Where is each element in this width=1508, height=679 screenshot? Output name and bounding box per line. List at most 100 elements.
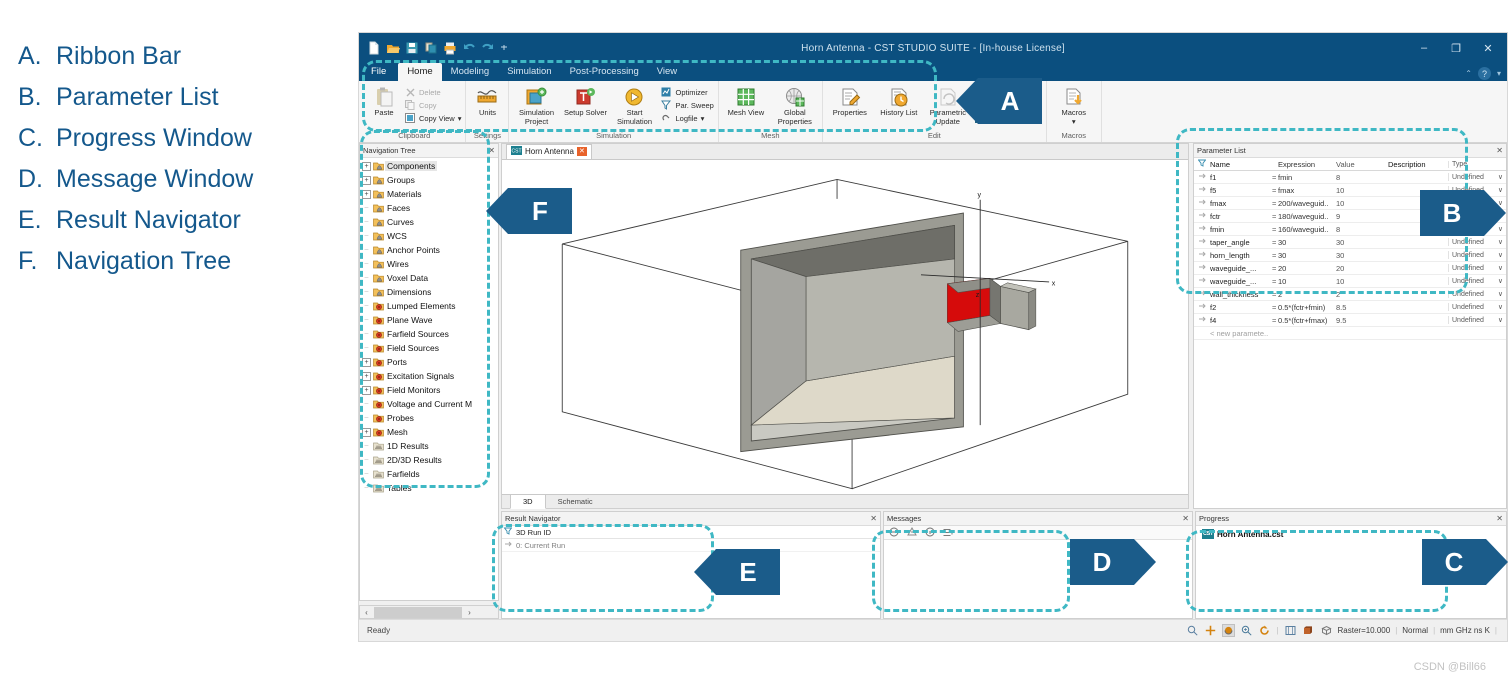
undo-icon[interactable] bbox=[462, 41, 476, 55]
chevron-down-icon[interactable]: ∨ bbox=[1498, 173, 1503, 181]
column-header-type[interactable]: Type bbox=[1452, 161, 1467, 168]
ribbon-right-controls[interactable]: ⌃ ? ▾ bbox=[1465, 67, 1501, 80]
zoom-select-icon[interactable] bbox=[1186, 624, 1199, 637]
rotate-icon[interactable] bbox=[1222, 624, 1236, 637]
tree-item-field-sources[interactable]: – Field Sources bbox=[360, 341, 498, 355]
zoom-icon[interactable] bbox=[1240, 624, 1253, 637]
fit-view-icon[interactable] bbox=[1284, 624, 1297, 637]
close-button[interactable]: ✕ bbox=[1473, 37, 1503, 59]
tree-item-farfield-sources[interactable]: – Farfield Sources bbox=[360, 327, 498, 341]
document-tab-horn-antenna[interactable]: CST Horn Antenna ✕ bbox=[506, 144, 592, 159]
parameter-row[interactable]: waveguide_... = 20 20 Undefined ∨ bbox=[1194, 262, 1506, 275]
parameter-expression[interactable]: 180/waveguid.. bbox=[1278, 212, 1336, 221]
chevron-down-icon[interactable]: ∨ bbox=[1498, 277, 1503, 285]
copy-button[interactable]: Copy bbox=[404, 99, 461, 111]
close-icon[interactable]: ✕ bbox=[1496, 514, 1503, 523]
delete-button[interactable]: Delete bbox=[404, 86, 461, 98]
window-controls[interactable]: – ❐ ✕ bbox=[1409, 33, 1503, 63]
tab-3d[interactable]: 3D bbox=[510, 494, 546, 509]
close-icon[interactable]: ✕ bbox=[488, 146, 495, 155]
tree-item-farfields[interactable]: – Farfields bbox=[360, 467, 498, 481]
navigation-tree-hscrollbar[interactable]: ‹ › bbox=[359, 605, 499, 619]
parameter-name[interactable]: taper_angle bbox=[1210, 238, 1272, 247]
chevron-down-icon[interactable]: ▾ bbox=[1072, 117, 1076, 126]
parameter-expression[interactable]: 0.5*(fctr+fmin) bbox=[1278, 303, 1336, 312]
error-icon[interactable] bbox=[889, 524, 899, 542]
parameter-table[interactable]: Name Expression Value Description Type f… bbox=[1194, 158, 1506, 340]
parameter-name[interactable]: waveguide_... bbox=[1210, 264, 1272, 273]
parameter-value[interactable]: 8.5 bbox=[1336, 303, 1388, 312]
new-document-icon[interactable] bbox=[367, 41, 381, 55]
navigation-tree-panel[interactable]: Navigation Tree ✕ + Components + Groups + Mat… bbox=[359, 143, 499, 601]
parameter-expression[interactable]: 10 bbox=[1278, 277, 1336, 286]
parameter-expression[interactable]: 30 bbox=[1278, 251, 1336, 260]
chevron-down-icon[interactable]: ∨ bbox=[1498, 303, 1503, 311]
parameter-expression[interactable]: 0.5*(fctr+fmax) bbox=[1278, 316, 1336, 325]
quick-access-toolbar[interactable] bbox=[359, 41, 514, 55]
tree-item-mesh[interactable]: + Mesh bbox=[360, 425, 498, 439]
close-icon[interactable]: ✕ bbox=[1182, 514, 1189, 523]
open-folder-icon[interactable] bbox=[386, 41, 400, 55]
tree-item-faces[interactable]: – Faces bbox=[360, 201, 498, 215]
document-tab-bar[interactable]: CST Horn Antenna ✕ bbox=[502, 144, 1188, 160]
warning-icon[interactable] bbox=[907, 524, 917, 542]
tree-item-excitation-signals[interactable]: + Excitation Signals bbox=[360, 369, 498, 383]
expand-icon[interactable]: + bbox=[362, 371, 371, 381]
info-icon[interactable] bbox=[925, 524, 935, 542]
parameter-row[interactable]: horn_length = 30 30 Undefined ∨ bbox=[1194, 249, 1506, 262]
parameter-expression[interactable]: 20 bbox=[1278, 264, 1336, 273]
parameter-expression[interactable]: 2 bbox=[1278, 290, 1336, 299]
tab-view[interactable]: View bbox=[648, 63, 686, 81]
parameter-name[interactable]: horn_length bbox=[1210, 251, 1272, 260]
help-icon[interactable]: ? bbox=[1477, 67, 1491, 80]
parameter-type-select[interactable]: Undefined ∨ bbox=[1448, 277, 1506, 285]
history-list-button[interactable]: History List bbox=[876, 84, 922, 117]
parameter-type-select[interactable]: Undefined ∨ bbox=[1448, 264, 1506, 272]
parameter-row[interactable]: taper_angle = 30 30 Undefined ∨ bbox=[1194, 236, 1506, 249]
parameter-expression[interactable]: fmax bbox=[1278, 186, 1336, 195]
parameter-value[interactable]: 10 bbox=[1336, 199, 1388, 208]
tree-item-wires[interactable]: – Wires bbox=[360, 257, 498, 271]
chevron-down-icon[interactable]: ∨ bbox=[1498, 238, 1503, 246]
scroll-left-icon[interactable]: ‹ bbox=[360, 608, 373, 617]
global-properties-button[interactable]: Global Properties bbox=[772, 84, 818, 126]
navigation-tree-items[interactable]: + Components + Groups + Materials – Faces – Curve… bbox=[360, 158, 498, 600]
parameter-name[interactable]: wall_thickness bbox=[1210, 290, 1272, 299]
parameter-name[interactable]: fmax bbox=[1210, 199, 1272, 208]
par-sweep-button[interactable]: Par. Sweep bbox=[660, 99, 714, 111]
new-parameter-row[interactable]: < new paramete.. bbox=[1194, 327, 1506, 340]
expand-icon[interactable]: + bbox=[362, 385, 371, 395]
parameter-value[interactable]: 10 bbox=[1336, 186, 1388, 195]
column-header-name[interactable]: Name bbox=[1210, 160, 1272, 169]
ribbon-tab-strip[interactable]: File Home Modeling Simulation Post-Proce… bbox=[359, 63, 1507, 81]
expand-icon[interactable]: + bbox=[362, 175, 371, 185]
tree-item-voxel-data[interactable]: – Voxel Data bbox=[360, 271, 498, 285]
parameter-name[interactable]: f2 bbox=[1210, 303, 1272, 312]
parameter-type-select[interactable]: Undefined ∨ bbox=[1448, 251, 1506, 259]
perspective-icon[interactable] bbox=[1302, 624, 1315, 637]
messages-toolbar[interactable] bbox=[884, 526, 1192, 540]
parameter-value[interactable]: 2 bbox=[1336, 290, 1388, 299]
copy-view-button[interactable]: Copy View ▾ bbox=[404, 112, 461, 124]
chevron-down-icon[interactable]: ∨ bbox=[1498, 316, 1503, 324]
status-bar-tools[interactable]: | Raster=10.000 | Normal | mm GHz ns K | bbox=[1186, 624, 1507, 637]
chevron-down-icon[interactable]: ∨ bbox=[1498, 251, 1503, 259]
tree-item-anchor-points[interactable]: – Anchor Points bbox=[360, 243, 498, 257]
scroll-right-icon[interactable]: › bbox=[463, 608, 476, 617]
ribbon-bar[interactable]: Paste Delete Copy Copy View ▾ Clipboard … bbox=[359, 81, 1507, 143]
tab-home[interactable]: Home bbox=[398, 63, 442, 81]
close-icon[interactable]: ✕ bbox=[576, 147, 587, 156]
parameter-row[interactable]: waveguide_... = 10 10 Undefined ∨ bbox=[1194, 275, 1506, 288]
start-simulation-button[interactable]: Start Simulation bbox=[611, 84, 657, 126]
copy-icon[interactable] bbox=[424, 41, 438, 55]
parameter-type-select[interactable]: Undefined ∨ bbox=[1448, 173, 1506, 181]
properties-button[interactable]: Properties bbox=[827, 84, 873, 117]
save-icon[interactable] bbox=[405, 41, 419, 55]
restore-button[interactable]: ❐ bbox=[1441, 37, 1471, 59]
tree-item-1d-results[interactable]: – 1D Results bbox=[360, 439, 498, 453]
chevron-down-icon[interactable]: ▾ bbox=[458, 113, 462, 124]
parameter-expression[interactable]: fmin bbox=[1278, 173, 1336, 182]
new-parameter-label[interactable]: < new paramete.. bbox=[1210, 329, 1272, 338]
tree-item-curves[interactable]: – Curves bbox=[360, 215, 498, 229]
parameter-name[interactable]: f5 bbox=[1210, 186, 1272, 195]
